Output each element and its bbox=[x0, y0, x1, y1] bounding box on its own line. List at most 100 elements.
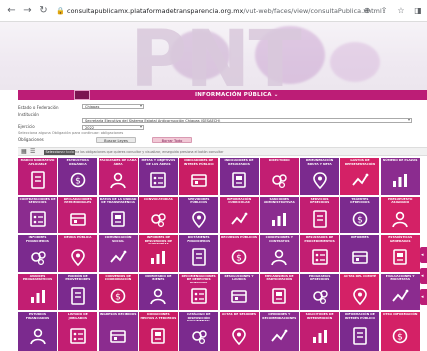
obligation-tile[interactable]: RESULTADOS DE PROCEDIMIENTOS bbox=[300, 235, 340, 272]
obligation-tile[interactable]: RECOMENDACIONES DE DERECHOS HUMANOS bbox=[179, 273, 219, 310]
share-icon[interactable]: ⇪ bbox=[379, 5, 389, 17]
document-lines-icon bbox=[108, 170, 128, 190]
obligation-tile[interactable]: ACTAS DEL COMITÉ bbox=[340, 273, 380, 310]
obligation-tile[interactable]: SOLICITUDES DE INTERVENCIÓN bbox=[300, 312, 340, 351]
bookmark-star-icon[interactable]: ☆ bbox=[396, 5, 406, 17]
estado-select[interactable]: Chiapas bbox=[82, 104, 144, 109]
boxes-icon bbox=[148, 286, 168, 306]
reload-icon[interactable]: ↻ bbox=[37, 4, 50, 17]
obligation-tile[interactable]: FACULTADES DE CADA ÁREA bbox=[98, 158, 138, 195]
obligation-tile[interactable]: SANCIONES ADMINISTRATIVAS bbox=[259, 196, 299, 233]
tile-title: OPINIONES Y RECOMENDACIONES bbox=[262, 312, 297, 320]
obligation-tile[interactable]: PRESUPUESTO ASIGNADO bbox=[380, 196, 420, 233]
donation-icon bbox=[148, 326, 168, 346]
gavel-block-icon bbox=[229, 326, 249, 346]
obligation-tile[interactable]: RECURSOS PÚBLICOS $ bbox=[219, 235, 259, 272]
hand-coin-icon bbox=[68, 326, 88, 346]
tile-title: SANCIONES ADMINISTRATIVAS bbox=[263, 196, 295, 205]
obligation-tile[interactable]: CATÁLOGO DE DISPOSICIÓN DOCUMENTAL bbox=[179, 312, 219, 351]
tile-title: LISTADO DE JUBILADOS bbox=[67, 312, 88, 320]
side-tab[interactable]: ◂ bbox=[420, 247, 427, 263]
obligation-tile[interactable]: PROGRAMAS OFRECIDOS bbox=[300, 273, 340, 310]
obligation-tile[interactable]: INDICADORES DE INTERÉS PÚBLICO bbox=[179, 158, 219, 195]
zoom-icon[interactable]: ⊕ bbox=[362, 5, 372, 17]
study-doc-icon bbox=[28, 326, 48, 346]
obligation-tile[interactable]: INFORMES bbox=[340, 235, 380, 272]
obligation-tile[interactable]: REMUNERACIÓN BRUTA Y NETA bbox=[300, 158, 340, 195]
megaphone-icon bbox=[148, 209, 168, 229]
page-title[interactable]: INFORMACIÓN PÚBLICA ⌄ bbox=[195, 90, 279, 100]
forward-arrow-icon[interactable]: → bbox=[21, 4, 34, 17]
list-view-icon[interactable]: ☰ bbox=[30, 149, 36, 155]
obligation-tile[interactable]: MECANISMOS DE PARTICIPACIÓN bbox=[259, 273, 299, 310]
hand-money-icon bbox=[68, 286, 88, 306]
obligation-tile[interactable]: MARCO NORMATIVO APLICABLE bbox=[18, 158, 57, 195]
logo[interactable] bbox=[74, 90, 90, 100]
obligation-tile[interactable]: CONTRATACIONES DE SERVICIOS bbox=[18, 196, 57, 233]
grid-view-icon[interactable]: ▦ bbox=[21, 149, 27, 155]
tile-title: DONACIONES HECHAS A TERCEROS bbox=[140, 312, 177, 320]
obligation-tile[interactable]: DICTÁMENES FINANCIEROS bbox=[179, 235, 219, 272]
side-tab[interactable]: ◂ bbox=[420, 268, 427, 284]
obligation-tile[interactable]: INFORMACIÓN DE INTERÉS PÚBLICO bbox=[340, 312, 380, 351]
service-icon bbox=[310, 209, 330, 229]
obligation-tile[interactable]: ACTAS DE SESIONES bbox=[219, 312, 259, 351]
obligation-tile[interactable]: AVANCES PROGRAMÁTICOS bbox=[18, 273, 57, 310]
obligation-tile[interactable]: EVALUACIONES Y ENCUESTAS bbox=[380, 273, 420, 310]
obligation-tile[interactable]: OTRA INFORMACIÓN $ bbox=[380, 312, 420, 351]
income-icon bbox=[108, 326, 128, 346]
obligation-tile[interactable]: TRÁMITES OFRECIDOS $ bbox=[340, 196, 380, 233]
stats-icon bbox=[390, 247, 410, 267]
sidepanel-icon[interactable]: ◨ bbox=[413, 5, 423, 17]
obligation-tile[interactable]: LISTADO DE JUBILADOS bbox=[58, 312, 98, 351]
obligaciones-label: Obligaciones bbox=[18, 137, 44, 142]
obligation-tile[interactable]: DATOS DE LA UNIDAD DE TRANSPARENCIA bbox=[98, 196, 138, 233]
building-icon bbox=[350, 247, 370, 267]
tile-title: INDICADORES DE INTERÉS PÚBLICO bbox=[183, 158, 214, 166]
obligation-tile[interactable]: PADRÓN DE PROVEEDORES bbox=[58, 273, 98, 310]
tile-title: MECANISMOS DE PARTICIPACIÓN bbox=[264, 273, 294, 282]
obligation-tile[interactable]: INVENTARIO DE BIENES bbox=[138, 273, 178, 310]
lock-icon[interactable]: 🔒 bbox=[56, 7, 65, 15]
browser-toolbar: ← → ↻ 🔒 consultapublicamx.plataformadetr… bbox=[0, 0, 427, 22]
obligation-tile[interactable]: CONVOCATORIAS bbox=[138, 196, 178, 233]
address-bar[interactable]: consultapublicamx.plataformadetransparen… bbox=[67, 7, 382, 15]
obligation-tile[interactable]: SERVIDORES PÚBLICOS bbox=[179, 196, 219, 233]
obligation-tile[interactable]: DECLARACIONES PATRIMONIALES bbox=[58, 196, 98, 233]
tile-title: ESTADÍSTICAS GENERADAS bbox=[388, 235, 413, 243]
obligation-tile[interactable]: RESOLUCIONES Y LAUDOS bbox=[219, 273, 259, 310]
search-button[interactable]: Buscar Leyes bbox=[96, 137, 136, 143]
calculator-icon bbox=[28, 247, 48, 267]
tile-title: INFORMES bbox=[351, 235, 369, 239]
obligation-tile[interactable]: DONACIONES HECHAS A TERCEROS bbox=[138, 312, 178, 351]
obligation-tile[interactable]: NÚMERO DE PLAZAS bbox=[380, 158, 420, 195]
obligation-tile[interactable]: DEUDA PÚBLICA bbox=[58, 235, 98, 272]
obligation-tile[interactable]: SERVICIOS OFRECIDOS bbox=[300, 196, 340, 233]
obligation-tile[interactable]: INFORMACIÓN CURRICULAR bbox=[219, 196, 259, 233]
obligation-tile[interactable]: ESTRUCTURA ORGÁNICA $ bbox=[58, 158, 98, 195]
back-arrow-icon[interactable]: ← bbox=[5, 4, 18, 17]
obligation-tile[interactable]: INFORMES DE RESULTADOS DE AUDITORÍAS bbox=[138, 235, 178, 272]
tile-title: COMUNICACIÓN SOCIAL bbox=[104, 235, 132, 243]
obligation-tile[interactable]: COMUNICACIÓN SOCIAL bbox=[98, 235, 138, 272]
tile-title: EVALUACIONES Y ENCUESTAS bbox=[385, 273, 415, 282]
obligation-tile[interactable]: GASTOS DE REPRESENTACIÓN bbox=[340, 158, 380, 195]
institucion-select[interactable]: Secretaría Ejecutiva del Sistema Estatal… bbox=[82, 118, 412, 123]
obligation-tile[interactable]: CONCESIONES Y CONTRATOS bbox=[259, 235, 299, 272]
obligation-tile[interactable]: ESTADÍSTICAS GENERADAS bbox=[380, 235, 420, 272]
tile-title: INGRESOS RECIBIDOS bbox=[99, 312, 137, 316]
side-tab-icon: ◂ bbox=[421, 294, 424, 300]
obligation-tile[interactable]: METAS Y OBJETIVOS DE LAS ÁREAS bbox=[138, 158, 178, 195]
obligation-tile[interactable]: DIRECTORIO bbox=[259, 158, 299, 195]
side-tab[interactable]: ◂ bbox=[420, 289, 427, 305]
obligation-tile[interactable]: ESTUDIOS FINANCIADOS bbox=[18, 312, 57, 351]
obligation-tile[interactable]: CONVENIOS DE COORDINACIÓN $ bbox=[98, 273, 138, 310]
obligation-tile[interactable]: INDICADORES DE RESULTADOS bbox=[219, 158, 259, 195]
obligation-tile[interactable]: INFORMES FINANCIEROS bbox=[18, 235, 57, 272]
obligation-tile[interactable]: INGRESOS RECIBIDOS bbox=[98, 312, 138, 351]
obligation-tile[interactable]: OPINIONES Y RECOMENDACIONES bbox=[259, 312, 299, 351]
clear-button[interactable]: Borrar Todo bbox=[152, 137, 192, 143]
tile-title: CONVOCATORIAS bbox=[143, 196, 173, 201]
svg-text:$: $ bbox=[115, 292, 121, 302]
ejercicio-select[interactable]: 2022 bbox=[82, 125, 144, 130]
